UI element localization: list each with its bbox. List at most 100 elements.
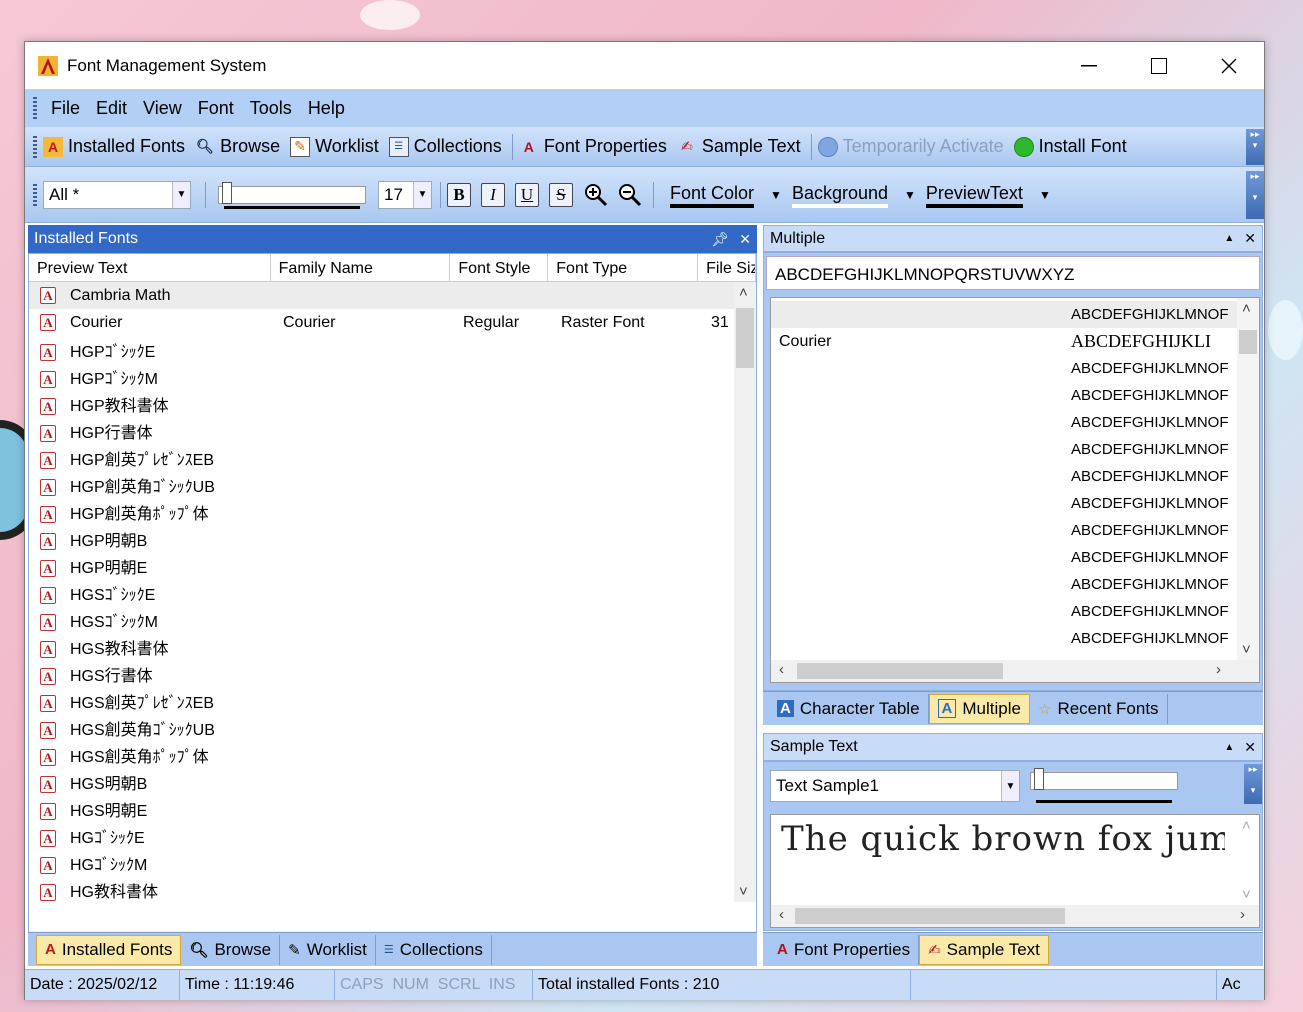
table-row[interactable]: A HGS創英角ｺﾞｼｯｸUB xyxy=(29,714,756,741)
list-item[interactable]: ABCDEFGHIJKLMNOF xyxy=(771,409,1239,436)
horizontal-scrollbar[interactable]: ‹ › xyxy=(771,905,1259,927)
tab-installed-fonts[interactable]: A Installed Fonts xyxy=(36,934,182,965)
toolbar-overflow-button[interactable]: ▸▸ ▾ xyxy=(1246,171,1264,219)
column-header[interactable]: Font Type xyxy=(548,254,699,281)
table-row[interactable]: A HGP創英ﾌﾟﾚｾﾞﾝｽEB xyxy=(29,444,756,471)
list-item[interactable]: ABCDEFGHIJKLMNOF xyxy=(771,382,1239,409)
table-row[interactable]: A HGｺﾞｼｯｸM xyxy=(29,849,756,876)
bold-button[interactable]: B xyxy=(447,182,471,207)
minimize-button[interactable] xyxy=(1054,42,1124,89)
table-row[interactable]: A Cambria Math xyxy=(29,282,756,309)
zoom-in-icon[interactable] xyxy=(583,182,609,208)
tab-recent-fonts[interactable]: ☆ Recent Fonts xyxy=(1030,693,1168,724)
scroll-down-icon[interactable]: ˅ xyxy=(1242,641,1251,658)
sample-text-area[interactable]: The quick brown fox jumps o ˄ ˅ ‹ › xyxy=(770,814,1260,928)
menu-grip[interactable] xyxy=(33,97,37,119)
scroll-left-icon[interactable]: ‹ xyxy=(779,906,784,923)
list-item[interactable]: ABCDEFGHIJKLMNOF xyxy=(771,463,1239,490)
list-item[interactable]: Courier ABCDEFGHIJKLI xyxy=(771,328,1239,355)
table-row[interactable]: A HGP行書体 xyxy=(29,417,756,444)
vertical-scrollbar[interactable]: ˄ ˅ xyxy=(1237,815,1259,905)
close-icon[interactable]: ✕ xyxy=(1244,230,1256,247)
browse-button[interactable]: 🔍︎ Browse xyxy=(195,136,280,157)
table-row[interactable]: A HGｺﾞｼｯｸE xyxy=(29,822,756,849)
sample-text-select[interactable]: Text Sample1 ▼ xyxy=(770,770,1020,802)
table-row[interactable]: A HGPｺﾞｼｯｸE xyxy=(29,336,756,363)
collapse-icon[interactable]: ▲ xyxy=(1224,233,1234,244)
collapse-icon[interactable]: ▲ xyxy=(1224,742,1234,753)
tab-collections[interactable]: ☰ Collections xyxy=(376,934,492,965)
size-slider[interactable] xyxy=(218,180,368,210)
column-header[interactable]: File Siz xyxy=(698,254,756,281)
scroll-up-icon[interactable]: ˄ xyxy=(1242,300,1251,317)
column-header[interactable]: Font Style xyxy=(450,254,549,281)
collections-button[interactable]: ☰ Collections xyxy=(388,136,502,157)
zoom-out-icon[interactable] xyxy=(617,182,643,208)
menu-edit[interactable]: Edit xyxy=(88,98,135,119)
toolbar-grip[interactable] xyxy=(33,135,37,158)
table-row[interactable]: A HGSｺﾞｼｯｸE xyxy=(29,579,756,606)
table-row[interactable]: A HGS行書体 xyxy=(29,660,756,687)
table-row[interactable]: A HGS創英角ﾎﾟｯﾌﾟ体 xyxy=(29,741,756,768)
strikethrough-button[interactable]: S xyxy=(549,182,573,207)
table-row[interactable]: A HGP教科書体 xyxy=(29,390,756,417)
list-item[interactable]: ABCDEFGHIJKLMNOF xyxy=(771,301,1239,328)
temporarily-activate-button[interactable]: Temporarily Activate xyxy=(817,136,1004,157)
scroll-right-icon[interactable]: › xyxy=(1216,661,1221,678)
vertical-scrollbar[interactable]: ˄ ˅ xyxy=(734,282,756,902)
list-item[interactable]: ABCDEFGHIJKLMNOF xyxy=(771,625,1239,652)
scroll-up-icon[interactable]: ˄ xyxy=(1242,817,1251,834)
close-icon[interactable]: ✕ xyxy=(739,231,751,248)
table-row[interactable]: A HGP明朝B xyxy=(29,525,756,552)
menu-font[interactable]: Font xyxy=(190,98,242,119)
tab-sample-text[interactable]: ✍ Sample Text xyxy=(919,934,1049,965)
horizontal-scrollbar[interactable]: ‹ › xyxy=(771,660,1259,682)
table-row[interactable]: A HGS教科書体 xyxy=(29,633,756,660)
column-header[interactable]: Preview Text xyxy=(29,254,271,281)
filter-combo[interactable]: All * ▼ xyxy=(43,180,191,209)
list-item[interactable]: ABCDEFGHIJKLMNOF xyxy=(771,544,1239,571)
scroll-left-icon[interactable]: ‹ xyxy=(779,661,784,678)
installed-fonts-button[interactable]: A Installed Fonts xyxy=(43,136,185,157)
scroll-down-icon[interactable]: ˅ xyxy=(739,883,748,900)
table-row[interactable]: A HGSｺﾞｼｯｸM xyxy=(29,606,756,633)
menu-view[interactable]: View xyxy=(135,98,190,119)
tab-browse[interactable]: 🔍︎ Browse xyxy=(181,934,281,965)
tab-worklist[interactable]: ✎ Worklist xyxy=(280,934,376,965)
scroll-thumb[interactable] xyxy=(1239,330,1257,354)
close-button[interactable] xyxy=(1194,42,1264,89)
underline-button[interactable]: U xyxy=(515,182,539,207)
list-item[interactable]: ABCDEFGHIJKLMNOF xyxy=(771,598,1239,625)
pin-icon[interactable]: 📌︎ xyxy=(711,231,729,248)
menu-file[interactable]: File xyxy=(43,98,88,119)
scroll-down-icon[interactable]: ˅ xyxy=(1242,886,1251,903)
toolbar-overflow-button[interactable]: ▸▸ ▾ xyxy=(1244,764,1262,804)
list-item[interactable]: ABCDEFGHIJKLMNOF xyxy=(771,571,1239,598)
list-item[interactable]: ABCDEFGHIJKLMNOF xyxy=(771,517,1239,544)
toolbar-grip[interactable] xyxy=(33,183,37,206)
tab-multiple[interactable]: A Multiple xyxy=(928,693,1030,724)
tab-character-table[interactable]: A Character Table xyxy=(769,693,929,724)
table-row[interactable]: A Courier Courier Regular Raster Font 31 xyxy=(29,309,756,336)
table-row[interactable]: A HGS創英ﾌﾟﾚｾﾞﾝｽEB xyxy=(29,687,756,714)
close-icon[interactable]: ✕ xyxy=(1244,739,1256,756)
menu-tools[interactable]: Tools xyxy=(242,98,300,119)
table-row[interactable]: A HGS明朝B xyxy=(29,768,756,795)
table-row[interactable]: A HGS明朝E xyxy=(29,795,756,822)
maximize-button[interactable] xyxy=(1124,42,1194,89)
toolbar-overflow-button[interactable]: ▸▸ ▾ xyxy=(1246,129,1264,165)
background-button[interactable]: Background ▼ xyxy=(791,182,916,208)
list-item[interactable]: ABCDEFGHIJKLMNOF xyxy=(771,490,1239,517)
menu-help[interactable]: Help xyxy=(300,98,353,119)
column-header[interactable]: Family Name xyxy=(271,254,451,281)
italic-button[interactable]: I xyxy=(481,182,505,207)
scroll-right-icon[interactable]: › xyxy=(1240,906,1245,923)
table-row[interactable]: A HGPｺﾞｼｯｸM xyxy=(29,363,756,390)
worklist-button[interactable]: ✎ Worklist xyxy=(290,136,379,157)
sample-text-button[interactable]: ✍ Sample Text xyxy=(677,136,801,157)
tab-font-properties[interactable]: A Font Properties xyxy=(769,934,920,965)
vertical-scrollbar[interactable]: ˄ ˅ xyxy=(1237,298,1259,660)
preview-text-button[interactable]: PreviewText ▼ xyxy=(925,182,1051,208)
sample-size-slider[interactable] xyxy=(1030,768,1180,804)
scroll-thumb[interactable] xyxy=(797,663,1003,679)
